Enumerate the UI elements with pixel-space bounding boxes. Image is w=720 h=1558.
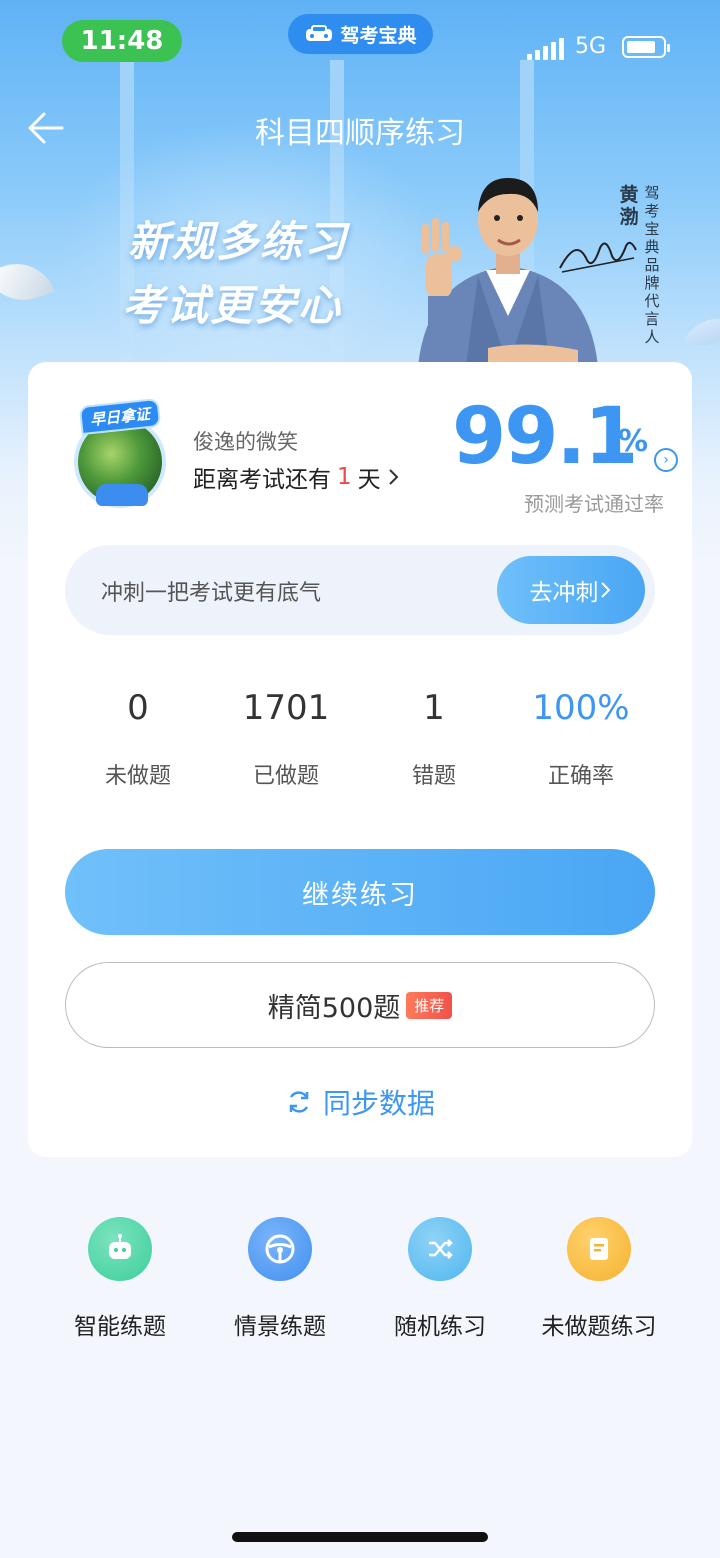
slogan-line1: 新规多练习 <box>128 217 349 266</box>
battery-icon <box>622 36 670 58</box>
stat-accuracy[interactable]: 100% 正确率 <box>506 688 656 790</box>
stat-value: 1701 <box>242 688 330 728</box>
chevron-circle-icon[interactable]: › <box>654 448 678 472</box>
brand-name: 驾考宝典 <box>340 24 417 47</box>
exam-countdown[interactable]: 距离考试还有 1 天 <box>193 460 401 494</box>
feature-label: 未做题练习 <box>541 1314 657 1340</box>
robot-icon <box>88 1217 152 1281</box>
countdown-prefix: 距离考试还有 <box>193 467 331 493</box>
sprint-banner: 冲刺一把考试更有底气 去冲刺 <box>65 545 655 635</box>
shuffle-icon <box>408 1217 472 1281</box>
feature-unanswered-practice[interactable]: 未做题练习 <box>519 1217 679 1341</box>
network-type: 5G <box>575 34 607 59</box>
countdown-days: 1 <box>337 464 352 490</box>
feature-label: 智能练题 <box>74 1314 166 1340</box>
car-icon <box>306 25 333 41</box>
sync-icon <box>289 1091 309 1113</box>
spokesperson-title: 驾考宝典品牌代言人 <box>644 184 660 346</box>
page-title: 科目四顺序练习 <box>255 116 465 151</box>
chevron-right-icon <box>600 582 610 598</box>
continue-practice-button[interactable]: 继续练习 <box>65 849 655 935</box>
recommend-badge: 推荐 <box>406 991 453 1019</box>
feature-random-practice[interactable]: 随机练习 <box>360 1217 520 1341</box>
signal-icon <box>527 38 564 60</box>
feature-smart-practice[interactable]: 智能练题 <box>40 1217 200 1341</box>
stat-value: 1 <box>423 688 445 728</box>
stat-label: 错题 <box>411 764 456 789</box>
document-icon <box>567 1217 631 1281</box>
avatar[interactable]: 早日拿证 <box>70 397 178 512</box>
steering-wheel-icon <box>248 1217 312 1281</box>
stat-label: 正确率 <box>547 764 614 789</box>
simplified-500-button[interactable]: 精简500题 推荐 <box>65 962 655 1048</box>
sprint-text: 冲刺一把考试更有底气 <box>101 581 322 606</box>
stat-label: 未做题 <box>104 764 171 789</box>
pass-rate-label: 预测考试通过率 <box>524 492 664 516</box>
status-time: 11:48 <box>62 20 182 62</box>
stat-value: 100% <box>532 688 630 728</box>
progress-card: 早日拿证 俊逸的微笑 距离考试还有 1 天 99.1 % › 预测考试通过率 冲… <box>28 362 692 1157</box>
sprint-button-label: 去冲刺 <box>529 580 599 606</box>
stat-answered[interactable]: 1701 已做题 <box>211 688 361 790</box>
feature-label: 情景练题 <box>234 1314 326 1340</box>
slogan-line2: 考试更安心 <box>122 281 343 330</box>
sync-label: 同步数据 <box>322 1087 435 1120</box>
pass-rate-value: 99.1 <box>452 392 638 482</box>
simplified-label: 精简500题 <box>267 992 401 1024</box>
pass-rate-unit: % <box>618 424 649 459</box>
countdown-suffix: 天 <box>357 467 381 493</box>
brand-pill[interactable]: 驾考宝典 <box>288 14 433 54</box>
chevron-right-icon <box>388 469 399 485</box>
stat-wrong[interactable]: 1 错题 <box>359 688 509 790</box>
username: 俊逸的微笑 <box>193 430 298 454</box>
feature-scenario-practice[interactable]: 情景练题 <box>200 1217 360 1341</box>
stat-unanswered[interactable]: 0 未做题 <box>63 688 213 790</box>
signature-image <box>559 241 637 273</box>
stat-value: 0 <box>127 688 149 728</box>
sync-data-button[interactable]: 同步数据 <box>28 1082 692 1122</box>
feature-label: 随机练习 <box>394 1314 486 1340</box>
spokesperson-name: 黄渤 <box>619 184 639 228</box>
stat-label: 已做题 <box>252 764 319 789</box>
sprint-button[interactable]: 去冲刺 <box>497 556 645 624</box>
home-indicator[interactable] <box>232 1532 488 1542</box>
